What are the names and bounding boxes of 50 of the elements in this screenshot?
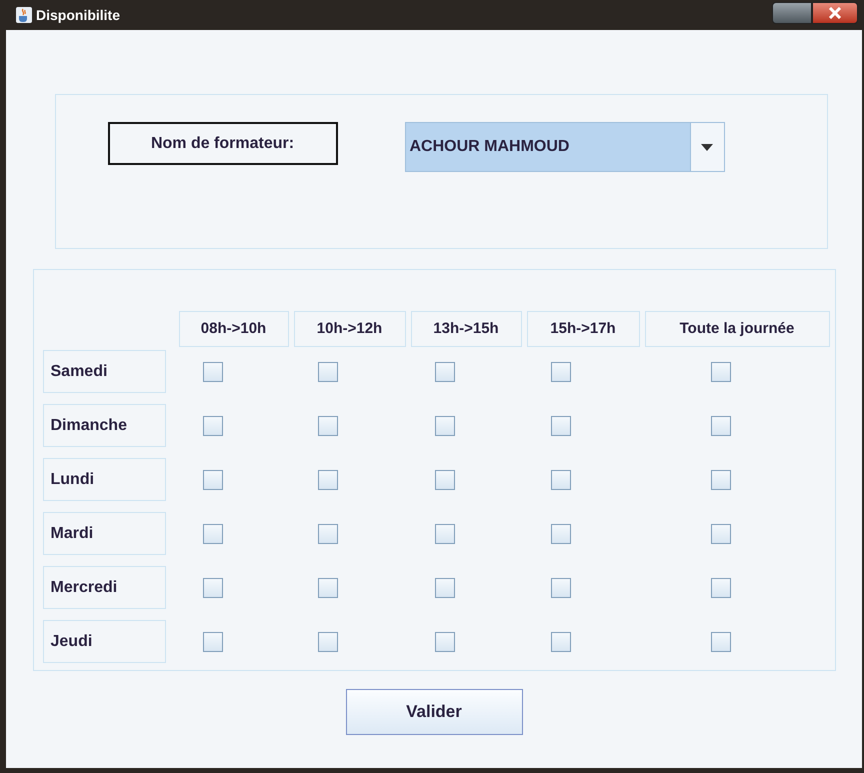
checkbox[interactable]	[550, 470, 570, 490]
checkbox[interactable]	[434, 470, 454, 490]
checkbox[interactable]	[434, 632, 454, 652]
checkbox[interactable]	[550, 578, 570, 598]
checkbox[interactable]	[711, 362, 731, 382]
checkbox[interactable]	[202, 470, 222, 490]
checkbox[interactable]	[550, 362, 570, 382]
checkbox[interactable]	[202, 578, 222, 598]
day-label: Mardi	[42, 512, 166, 555]
minimize-button[interactable]	[772, 2, 812, 24]
day-label: Dimanche	[42, 404, 166, 447]
day-label: Samedi	[42, 350, 166, 393]
column-header: 13h->15h	[410, 311, 522, 347]
checkbox[interactable]	[318, 524, 338, 544]
checkbox[interactable]	[711, 470, 731, 490]
checkbox[interactable]	[711, 632, 731, 652]
checkbox[interactable]	[550, 416, 570, 436]
validate-button[interactable]: Valider	[346, 689, 522, 735]
checkbox[interactable]	[202, 524, 222, 544]
day-label: Mercredi	[42, 566, 166, 609]
trainer-label: Nom de formateur:	[108, 122, 338, 165]
caret-icon	[701, 144, 713, 150]
checkbox[interactable]	[434, 362, 454, 382]
day-label: Jeudi	[42, 620, 166, 663]
checkbox[interactable]	[434, 578, 454, 598]
checkbox[interactable]	[318, 416, 338, 436]
column-header: 15h->17h	[526, 311, 640, 347]
checkbox[interactable]	[318, 578, 338, 598]
checkbox[interactable]	[550, 524, 570, 544]
checkbox[interactable]	[550, 632, 570, 652]
checkbox[interactable]	[318, 632, 338, 652]
checkbox[interactable]	[711, 578, 731, 598]
checkbox[interactable]	[711, 524, 731, 544]
checkbox[interactable]	[434, 524, 454, 544]
column-header: 10h->12h	[294, 311, 406, 347]
close-icon	[828, 7, 842, 19]
java-cup-icon	[16, 7, 32, 23]
column-header: 08h->10h	[178, 311, 288, 347]
day-label: Lundi	[42, 458, 166, 501]
trainer-dropdown[interactable]: ACHOUR MAHMOUD	[404, 122, 724, 172]
close-button[interactable]	[812, 2, 858, 24]
checkbox[interactable]	[318, 362, 338, 382]
window-title: Disponibilite	[36, 6, 120, 25]
column-header: Toute la journée	[644, 311, 830, 347]
checkbox[interactable]	[318, 470, 338, 490]
checkbox[interactable]	[434, 416, 454, 436]
checkbox[interactable]	[711, 416, 731, 436]
checkbox[interactable]	[202, 416, 222, 436]
checkbox[interactable]	[202, 362, 222, 382]
checkbox[interactable]	[202, 632, 222, 652]
